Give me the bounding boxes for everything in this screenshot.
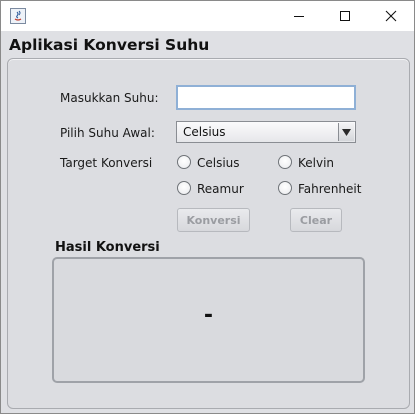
minimize-button[interactable]	[276, 1, 322, 31]
app-window: Aplikasi Konversi Suhu Masukkan Suhu: Pi…	[0, 0, 415, 414]
dropdown-arrow-icon[interactable]	[338, 123, 354, 141]
maximize-icon	[340, 11, 350, 21]
radio-celsius-label[interactable]: Celsius	[197, 156, 240, 170]
result-title: Hasil Konversi	[55, 240, 160, 255]
radio-reamur-label[interactable]: Reamur	[197, 182, 244, 196]
close-button[interactable]	[368, 1, 414, 31]
source-unit-value: Celsius	[183, 125, 226, 139]
radio-celsius[interactable]	[177, 155, 191, 169]
result-box: -	[52, 257, 365, 383]
input-label: Masukkan Suhu:	[60, 91, 159, 105]
source-unit-select[interactable]: Celsius	[176, 121, 356, 143]
radio-reamur[interactable]	[177, 181, 191, 195]
radio-kelvin-label[interactable]: Kelvin	[298, 156, 334, 170]
select-label: Pilih Suhu Awal:	[60, 126, 155, 140]
close-icon	[385, 10, 397, 22]
temperature-input[interactable]	[176, 85, 356, 110]
maximize-button[interactable]	[322, 1, 368, 31]
minimize-icon	[294, 16, 304, 17]
java-app-icon	[10, 8, 26, 24]
radio-kelvin[interactable]	[278, 155, 292, 169]
target-label: Target Konversi	[60, 156, 153, 170]
radio-fahrenheit-label[interactable]: Fahrenheit	[298, 182, 361, 196]
title-bar[interactable]	[1, 1, 414, 31]
result-value: -	[203, 303, 214, 328]
convert-button[interactable]: Konversi	[177, 208, 250, 232]
clear-button[interactable]: Clear	[290, 208, 342, 232]
app-title: Aplikasi Konversi Suhu	[9, 36, 210, 54]
radio-fahrenheit[interactable]	[278, 181, 292, 195]
